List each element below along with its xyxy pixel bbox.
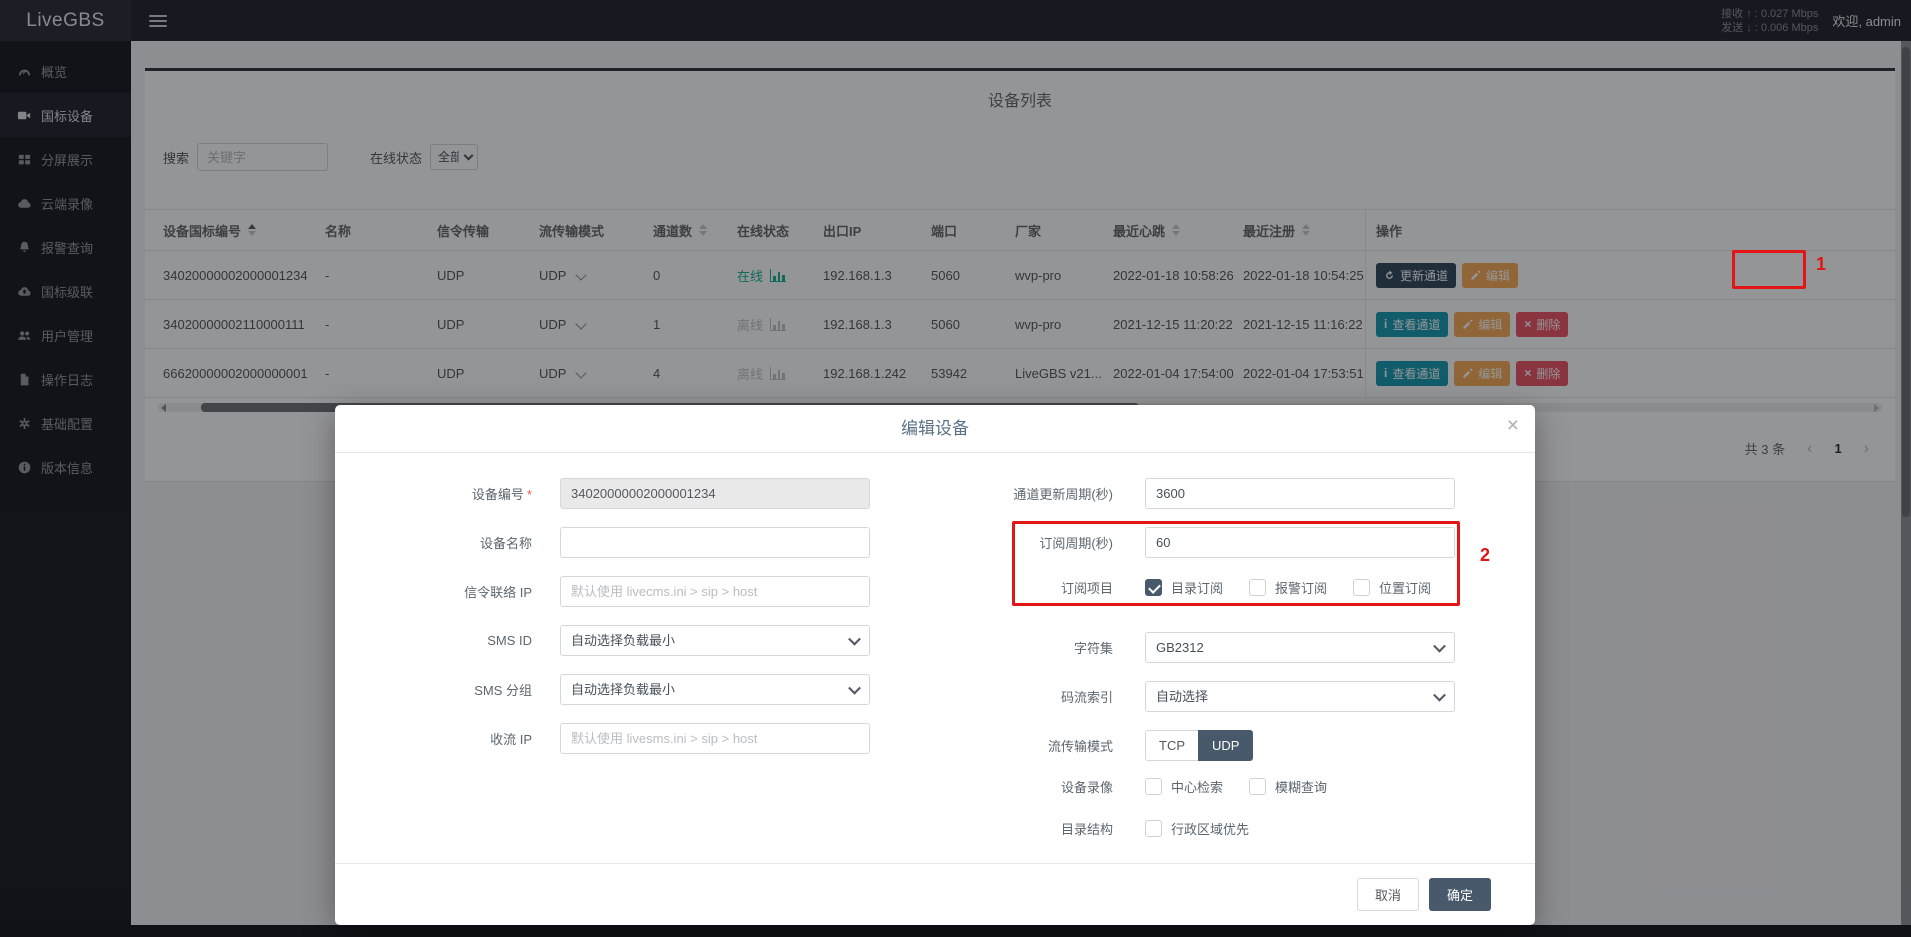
- channel-refresh-field[interactable]: [1145, 478, 1455, 509]
- device-id-label: 设备编号*: [335, 484, 532, 503]
- modal-footer: 取消 确定: [335, 863, 1535, 925]
- annotation-box-step1: [1732, 250, 1806, 289]
- cancel-button[interactable]: 取消: [1357, 878, 1419, 911]
- checkbox-icon[interactable]: [1249, 778, 1266, 795]
- stream-index-select-wrap: 自动选择: [1145, 681, 1455, 712]
- form-row-stream-index: 码流索引 自动选择: [920, 681, 1505, 712]
- device-record-label: 设备录像: [920, 777, 1113, 796]
- device-id-field: [560, 478, 870, 509]
- transport-toggle: TCP UDP: [1145, 730, 1253, 761]
- catalog-structure-label: 目录结构: [920, 819, 1113, 838]
- fuzzy-query-checkbox[interactable]: 模糊查询: [1249, 777, 1327, 796]
- charset-label: 字符集: [920, 638, 1113, 657]
- form-row-sms-id: SMS ID 自动选择负载最小: [335, 625, 885, 656]
- sms-id-select-wrap: 自动选择负载最小: [560, 625, 870, 656]
- stream-index-label: 码流索引: [920, 687, 1113, 706]
- sms-group-select-wrap: 自动选择负载最小: [560, 674, 870, 705]
- form-row-sms-group: SMS 分组 自动选择负载最小: [335, 674, 885, 705]
- form-row-device-record: 设备录像 中心检索 模糊查询: [920, 775, 1505, 797]
- form-row-stream-ip: 收流 IP: [335, 723, 885, 754]
- sms-id-label: SMS ID: [335, 633, 532, 648]
- livegbs-app: LiveGBS 概览 国标设备 分屏展示 云端录像 报警查询: [0, 0, 1911, 937]
- stream-ip-field[interactable]: [560, 723, 870, 754]
- charset-select[interactable]: GB2312: [1145, 632, 1455, 663]
- device-record-group: 中心检索 模糊查询: [1145, 777, 1327, 796]
- close-icon[interactable]: ×: [1507, 415, 1519, 436]
- confirm-button[interactable]: 确定: [1429, 878, 1491, 911]
- channel-refresh-label: 通道更新周期(秒): [920, 484, 1113, 503]
- stream-ip-label: 收流 IP: [335, 729, 532, 748]
- admin-region-priority-checkbox[interactable]: 行政区域优先: [1145, 819, 1249, 838]
- annotation-box-step2: [1012, 521, 1460, 606]
- modal-header: 编辑设备 ×: [335, 405, 1535, 453]
- annotation-number-1: 1: [1816, 254, 1826, 275]
- form-row-charset: 字符集 GB2312: [920, 632, 1505, 663]
- annotation-number-2: 2: [1480, 545, 1490, 566]
- stream-index-select[interactable]: 自动选择: [1145, 681, 1455, 712]
- transport-label: 流传输模式: [920, 736, 1113, 755]
- sip-host-label: 信令联络 IP: [335, 582, 532, 601]
- center-search-checkbox[interactable]: 中心检索: [1145, 777, 1223, 796]
- sms-group-label: SMS 分组: [335, 680, 532, 699]
- form-row-catalog-structure: 目录结构 行政区域优先: [920, 817, 1505, 839]
- charset-select-wrap: GB2312: [1145, 632, 1455, 663]
- form-row-transport: 流传输模式 TCP UDP: [920, 730, 1505, 761]
- checkbox-icon[interactable]: [1145, 820, 1162, 837]
- device-name-label: 设备名称: [335, 533, 532, 552]
- sip-host-field[interactable]: [560, 576, 870, 607]
- catalog-structure-group: 行政区域优先: [1145, 819, 1249, 838]
- modal-title: 编辑设备: [335, 405, 1535, 453]
- form-row-device-id: 设备编号*: [335, 478, 885, 509]
- tcp-toggle-button[interactable]: TCP: [1145, 730, 1198, 761]
- edit-device-modal: 编辑设备 × 设备编号* 设备名称 信令联络 IP SMS ID 自动选择负载最…: [335, 405, 1535, 925]
- required-mark: *: [527, 487, 532, 502]
- sms-group-select[interactable]: 自动选择负载最小: [560, 674, 870, 705]
- udp-toggle-button[interactable]: UDP: [1198, 730, 1253, 761]
- form-row-device-name: 设备名称: [335, 527, 885, 558]
- form-row-sip-host: 信令联络 IP: [335, 576, 885, 607]
- checkbox-icon[interactable]: [1145, 778, 1162, 795]
- modal-form-left-column: 设备编号* 设备名称 信令联络 IP SMS ID 自动选择负载最小 SMS 分…: [335, 478, 885, 772]
- form-row-channel-refresh: 通道更新周期(秒): [920, 478, 1505, 509]
- device-name-field[interactable]: [560, 527, 870, 558]
- sms-id-select[interactable]: 自动选择负载最小: [560, 625, 870, 656]
